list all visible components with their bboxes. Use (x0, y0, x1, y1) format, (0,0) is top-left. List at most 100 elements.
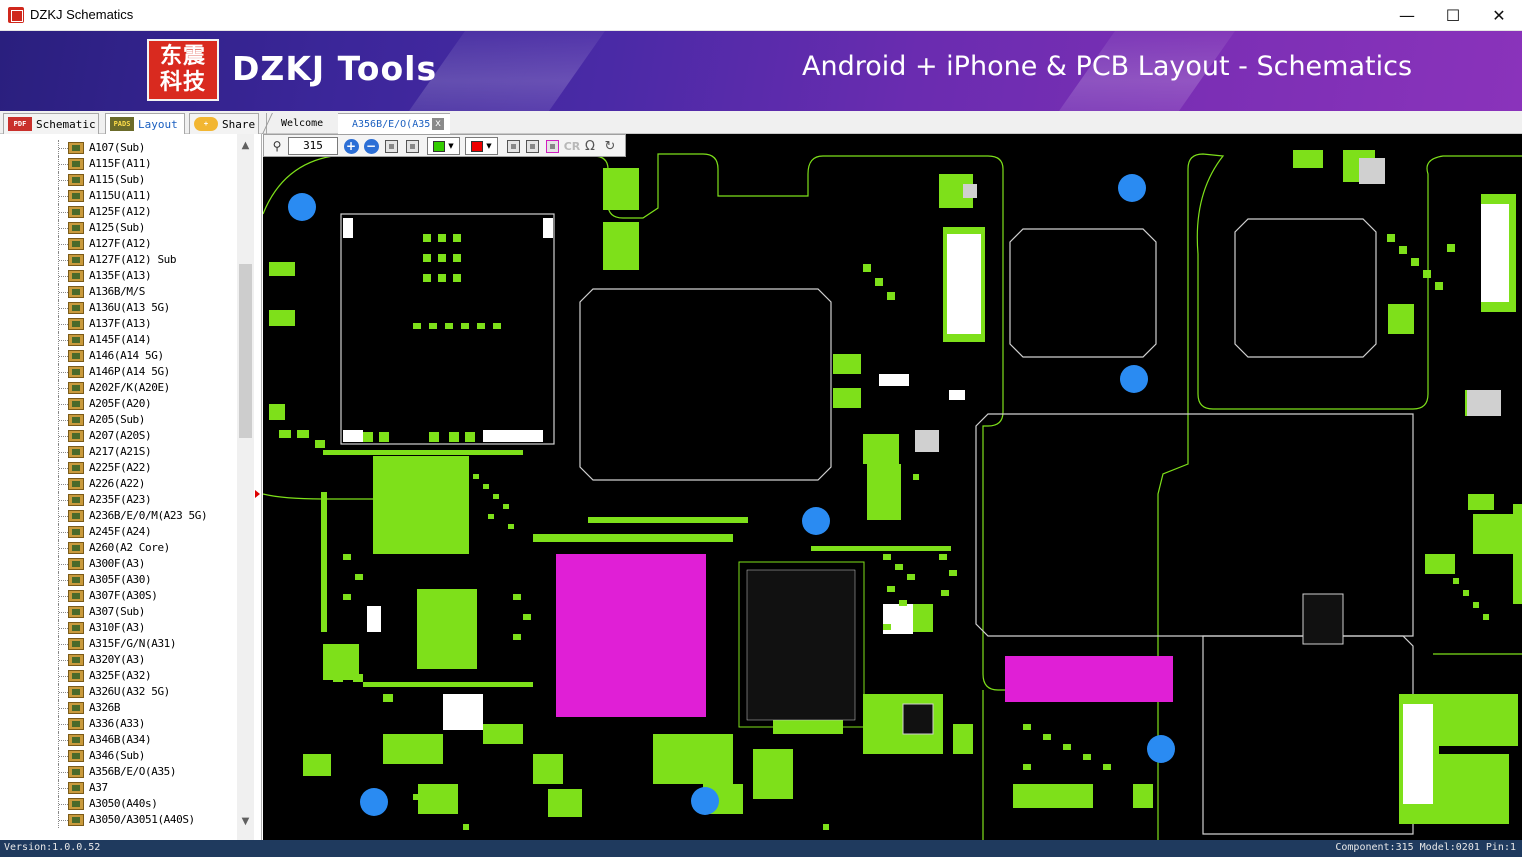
board-icon (68, 478, 84, 490)
tab-layout[interactable]: PADS Layout (105, 113, 185, 134)
tree-item[interactable]: A146(A14 5G) (0, 348, 236, 364)
zoom-in-icon: + (343, 138, 359, 154)
zoom-in-button[interactable]: + (342, 137, 360, 155)
tree-item[interactable]: A145F(A14) (0, 332, 236, 348)
tree-item[interactable]: A127F(A12) (0, 236, 236, 252)
tree-item-label: A300F(A3) (89, 557, 146, 570)
tab-share[interactable]: + Share (189, 113, 259, 134)
tree-item-label: A125F(A12) (89, 205, 152, 218)
tab-schematic[interactable]: PDF Schematic (3, 113, 99, 134)
pcb-layout-canvas[interactable] (263, 134, 1522, 840)
tree-item[interactable]: A3050/A3051(A40S) (0, 812, 236, 828)
tree-guide-line (59, 548, 68, 549)
tree-item-label: A145F(A14) (89, 333, 152, 346)
minimize-button[interactable]: — (1384, 0, 1430, 30)
tree-item-label: A235F(A23) (89, 493, 152, 506)
tree-item[interactable]: A115U(A11) (0, 188, 236, 204)
scrollbar-thumb[interactable] (239, 264, 252, 438)
note-button[interactable] (524, 137, 540, 155)
board-icon (68, 686, 84, 698)
tree-item-label: A245F(A24) (89, 525, 152, 538)
tree-item[interactable]: A326U(A32 5G) (0, 684, 236, 700)
tree-item[interactable]: A235F(A23) (0, 492, 236, 508)
tree-item[interactable]: A310F(A3) (0, 620, 236, 636)
tree-guide-line (59, 596, 68, 597)
tree-item[interactable]: A135F(A13) (0, 268, 236, 284)
list-button[interactable] (544, 137, 560, 155)
banner-tagline: Android + iPhone & PCB Layout - Schemati… (802, 51, 1413, 82)
tree-item[interactable]: A136B/M/S (0, 284, 236, 300)
cr-button[interactable]: CR (563, 137, 581, 155)
board-icon (68, 558, 84, 570)
tree-item[interactable]: A326B (0, 700, 236, 716)
tree-item[interactable]: A315F/G/N(A31) (0, 636, 236, 652)
tree-item[interactable]: A307F(A30S) (0, 588, 236, 604)
pcb-board-drawing[interactable] (263, 134, 1522, 840)
tree-item[interactable]: A127F(A12) Sub (0, 252, 236, 268)
tree-item[interactable]: A115F(A11) (0, 156, 236, 172)
board-icon (68, 510, 84, 522)
highlight-color-select[interactable]: ▼ (465, 137, 498, 155)
zoom-out-button[interactable]: − (362, 137, 380, 155)
net-color-select[interactable]: ▼ (427, 137, 460, 155)
board-icon (68, 302, 84, 314)
resistance-icon[interactable]: Ω (582, 137, 598, 155)
panel-splitter-arrow-icon[interactable] (255, 490, 260, 498)
mirror-view-button[interactable] (403, 137, 421, 155)
tree-item[interactable]: A3050(A40s) (0, 796, 236, 812)
tree-item[interactable]: A260(A2 Core) (0, 540, 236, 556)
tree-item[interactable]: A125F(A12) (0, 204, 236, 220)
scroll-down-icon[interactable]: ▼ (237, 816, 254, 833)
tree-item[interactable]: A336(A33) (0, 716, 236, 732)
tree-item[interactable]: A146P(A14 5G) (0, 364, 236, 380)
tree-scrollbar[interactable]: ▲ ▼ (237, 134, 254, 840)
tree-item[interactable]: A107(Sub) (0, 140, 236, 156)
tree-item[interactable]: A245F(A24) (0, 524, 236, 540)
tab-close-icon[interactable]: x (432, 118, 444, 130)
tree-item[interactable]: A300F(A3) (0, 556, 236, 572)
board-icon (68, 734, 84, 746)
tree-item[interactable]: A346B(A34) (0, 732, 236, 748)
tree-item[interactable]: A115(Sub) (0, 172, 236, 188)
tree-item[interactable]: A346(Sub) (0, 748, 236, 764)
tree-item[interactable]: A136U(A13 5G) (0, 300, 236, 316)
board-icon (68, 206, 84, 218)
tree-item[interactable]: A325F(A32) (0, 668, 236, 684)
board-icon (68, 222, 84, 234)
mirror-view-icon (405, 139, 419, 153)
tree-item[interactable]: A305F(A30) (0, 572, 236, 588)
tree-item-label: A205(Sub) (89, 413, 146, 426)
board-icon (68, 718, 84, 730)
tree-item[interactable]: A205F(A20) (0, 396, 236, 412)
search-icon[interactable]: ⚲ (268, 137, 286, 155)
tree-item[interactable]: A320Y(A3) (0, 652, 236, 668)
tree-item[interactable]: A205(Sub) (0, 412, 236, 428)
close-button[interactable]: ✕ (1476, 0, 1522, 30)
maximize-button[interactable]: ☐ (1430, 0, 1476, 30)
tree-item[interactable]: A226(A22) (0, 476, 236, 492)
tree-item[interactable]: A202F/K(A20E) (0, 380, 236, 396)
model-tree-panel: A107(Sub) A115F(A11) A115(Sub) A115U(A11) A1… (0, 134, 262, 840)
tree-guide-line (59, 276, 68, 277)
tree-item[interactable]: A125(Sub) (0, 220, 236, 236)
tree-item[interactable]: A307(Sub) (0, 604, 236, 620)
copy-icon (506, 139, 520, 153)
scroll-up-icon[interactable]: ▲ (237, 140, 254, 157)
tree-item[interactable]: A37 (0, 780, 236, 796)
brand-banner: 东震 科技 DZKJ Tools Android + iPhone & PCB … (0, 31, 1522, 111)
tab-a356-document[interactable]: A356B/E/O(A35) x (338, 113, 450, 134)
fit-view-button[interactable] (382, 137, 400, 155)
copy-button[interactable] (505, 137, 521, 155)
bga-chips (556, 554, 1344, 735)
tree-item-label: A137F(A13) (89, 317, 152, 330)
tree-item[interactable]: A217(A21S) (0, 444, 236, 460)
tree-item[interactable]: A207(A20S) (0, 428, 236, 444)
refresh-icon[interactable]: ↻ (602, 137, 618, 155)
zoom-input[interactable]: 315 (288, 137, 338, 155)
tab-welcome[interactable]: Welcome (266, 113, 338, 134)
tree-item[interactable]: A137F(A13) (0, 316, 236, 332)
tree-item[interactable]: A225F(A22) (0, 460, 236, 476)
tree-item[interactable]: A236B/E/0/M(A23 5G) (0, 508, 236, 524)
tree-guide-line (59, 708, 68, 709)
tree-item[interactable]: A356B/E/O(A35) (0, 764, 236, 780)
